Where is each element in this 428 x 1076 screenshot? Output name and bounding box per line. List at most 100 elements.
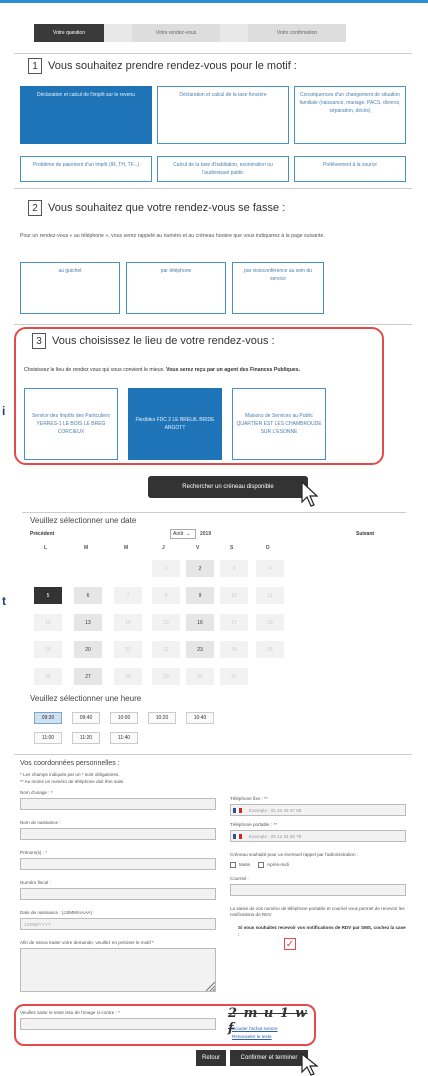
calendar-empty-cell — [34, 560, 62, 577]
calendar-day[interactable]: 20 — [74, 641, 102, 658]
calendar-day: 3 — [220, 560, 248, 577]
hour-slot[interactable]: 09:40 — [72, 712, 100, 724]
side-fragment: t — [2, 594, 6, 608]
calendar-day: 28 — [114, 668, 142, 685]
prenom-label: Prénom(s) : * — [20, 850, 48, 855]
top-accent-line — [0, 0, 428, 3]
motif-card-fonciere[interactable]: Déclaration et calcul de la taxe foncièr… — [157, 86, 289, 144]
weekday-header: M — [84, 545, 89, 551]
captcha-audio-link[interactable]: Écouter l'achat sonore — [232, 1026, 278, 1031]
side-fragment: i — [2, 404, 6, 418]
weekday-header: M — [124, 545, 129, 551]
mode-card-visio[interactable]: par visioconférence au sein du service — [232, 262, 324, 314]
calendar-day: 11 — [256, 587, 284, 604]
month-select-value: Août — [173, 531, 184, 537]
hour-slot[interactable]: 10:00 — [110, 712, 138, 724]
courriel-input[interactable] — [230, 884, 406, 896]
section-2-info: Pour un rendez-vous « au téléphone », vo… — [20, 233, 325, 239]
calendar-day: 12 — [34, 614, 62, 631]
matin-label: Matin — [239, 862, 251, 867]
calendar-day[interactable]: 6 — [74, 587, 102, 604]
motif-card-habitation[interactable]: Calcul de la taxe d'habitation, exonérat… — [157, 156, 289, 182]
section-2-heading: 2 Vous souhaitez que votre rendez-vous se… — [28, 200, 285, 216]
calendar-day[interactable]: 23 — [186, 641, 214, 658]
hour-slot[interactable]: 11:20 — [72, 732, 100, 744]
calendar-prev[interactable]: Précédent — [30, 531, 54, 537]
sms-checkbox[interactable]: ✓ — [284, 938, 296, 950]
calendar-empty-cell — [256, 668, 284, 685]
hour-slot[interactable]: 11:00 — [34, 732, 62, 744]
month-select[interactable]: Août ⌄ — [170, 529, 196, 539]
calendar-day[interactable]: 9 — [186, 587, 214, 604]
search-slot-button[interactable]: Rechercher un créneau disponible — [148, 476, 308, 498]
captcha-input[interactable] — [20, 1018, 216, 1030]
tel-portable-input[interactable]: Exemple : 06 12 34 56 78 — [230, 830, 406, 842]
notification-notice: La saisie de vos numéro de téléphone por… — [230, 906, 405, 917]
nom-usage-input[interactable] — [20, 798, 216, 810]
calendar-day: 29 — [152, 668, 180, 685]
tel-fixe-input[interactable]: Exemple : 01 23 45 67 89 — [230, 804, 406, 816]
calendar-day: 21 — [114, 641, 142, 658]
section-divider — [14, 754, 412, 755]
calendar-next[interactable]: Suivant — [356, 531, 374, 537]
apres-midi-label: Après-midi — [267, 862, 289, 867]
motif-card-prelevement[interactable]: Prélèvement à la source — [294, 156, 406, 182]
step-number: 1 — [28, 58, 42, 74]
weekday-header: S — [230, 545, 234, 551]
matin-checkbox[interactable] — [230, 862, 236, 868]
calendar-day: 26 — [34, 668, 62, 685]
section-3-info-bold: Vous serez reçu par un agent des Finance… — [166, 367, 301, 373]
section-1-title: Vous souhaitez prendre rendez-vous pour … — [48, 60, 297, 72]
date-naissance-input[interactable]: JJ/MM/YYYY — [20, 918, 216, 930]
hour-slot[interactable]: 11:40 — [110, 732, 138, 744]
calendar-day: 24 — [220, 641, 248, 658]
weekday-header: L — [44, 545, 48, 551]
calendar-day: 18 — [256, 614, 284, 631]
form-note-required: * Les champs indiqués par un * sont obli… — [20, 772, 120, 777]
mode-card-telephone[interactable]: par téléphone — [126, 262, 226, 314]
form-note-phone: ** Au moins un numéro de téléphone doit … — [20, 779, 125, 784]
motif-label: Afin de mieux traiter votre demande, veu… — [20, 940, 154, 945]
lieu-card-sip-yerres[interactable]: Service des Impôts des Particuliers YERR… — [24, 388, 118, 460]
resize-handle-icon[interactable] — [204, 980, 216, 992]
calendar-empty-cell — [114, 560, 142, 577]
prenom-input[interactable] — [20, 858, 216, 870]
motif-card-revenu[interactable]: Déclaration et calcul de l'impôt sur le … — [20, 86, 152, 144]
numero-fiscal-input[interactable] — [20, 888, 216, 900]
weekday-header: J — [162, 545, 165, 551]
confirmer-button[interactable]: Confirmer et terminer — [230, 1050, 308, 1066]
hour-slot[interactable]: 10:20 — [148, 712, 176, 724]
calendar-day[interactable]: 5 — [34, 587, 62, 604]
motif-card-paiement[interactable]: Problème de paiement d'un impôt (IR, TH,… — [20, 156, 152, 182]
apres-midi-checkbox[interactable] — [258, 862, 264, 868]
progress-steps: Votre question Votre rendez-vous Votre c… — [34, 24, 346, 42]
step-number: 3 — [32, 333, 46, 349]
hour-slot[interactable]: 10:40 — [186, 712, 214, 724]
section-3-info-text: Choisissez le lieu de rendez vous qui vo… — [24, 367, 167, 373]
captcha-refresh-link[interactable]: Renouveler le texte — [232, 1034, 272, 1039]
section-divider — [14, 53, 412, 54]
section-divider — [14, 188, 412, 189]
lieu-card-fdc[interactable]: Flexibles FDC 2 LE BREUIL BRIDE ARGOTT — [128, 388, 222, 460]
motif-card-situation[interactable]: Conséquences d'un changement de situatio… — [294, 86, 406, 144]
tel-portable-label: Téléphone portable : ** — [230, 822, 277, 827]
calendar-day: 30 — [186, 668, 214, 685]
hour-slot[interactable]: 09:30 — [34, 712, 62, 724]
step-confirmation: Votre confirmation — [248, 24, 346, 42]
motif-textarea[interactable] — [20, 948, 216, 992]
retour-button[interactable]: Retour — [196, 1050, 226, 1066]
mode-card-guichet[interactable]: au guichet — [20, 262, 120, 314]
calendar-day: 4 — [256, 560, 284, 577]
tel-fixe-label: Téléphone fixe : ** — [230, 796, 268, 801]
nom-naissance-input[interactable] — [20, 828, 216, 840]
calendar-day: 14 — [114, 614, 142, 631]
calendar-day[interactable]: 16 — [186, 614, 214, 631]
lieu-card-msap[interactable]: Maisons de Services au Public QUARTIER E… — [232, 388, 326, 460]
calendar-day[interactable]: 27 — [74, 668, 102, 685]
captcha-image: 2 m u 1 w f — [228, 1006, 308, 1036]
calendar-day: 19 — [34, 641, 62, 658]
calendar-day[interactable]: 13 — [74, 614, 102, 631]
flag-fr-icon[interactable] — [233, 834, 242, 839]
flag-fr-icon[interactable] — [233, 808, 242, 813]
calendar-day[interactable]: 2 — [186, 560, 214, 577]
